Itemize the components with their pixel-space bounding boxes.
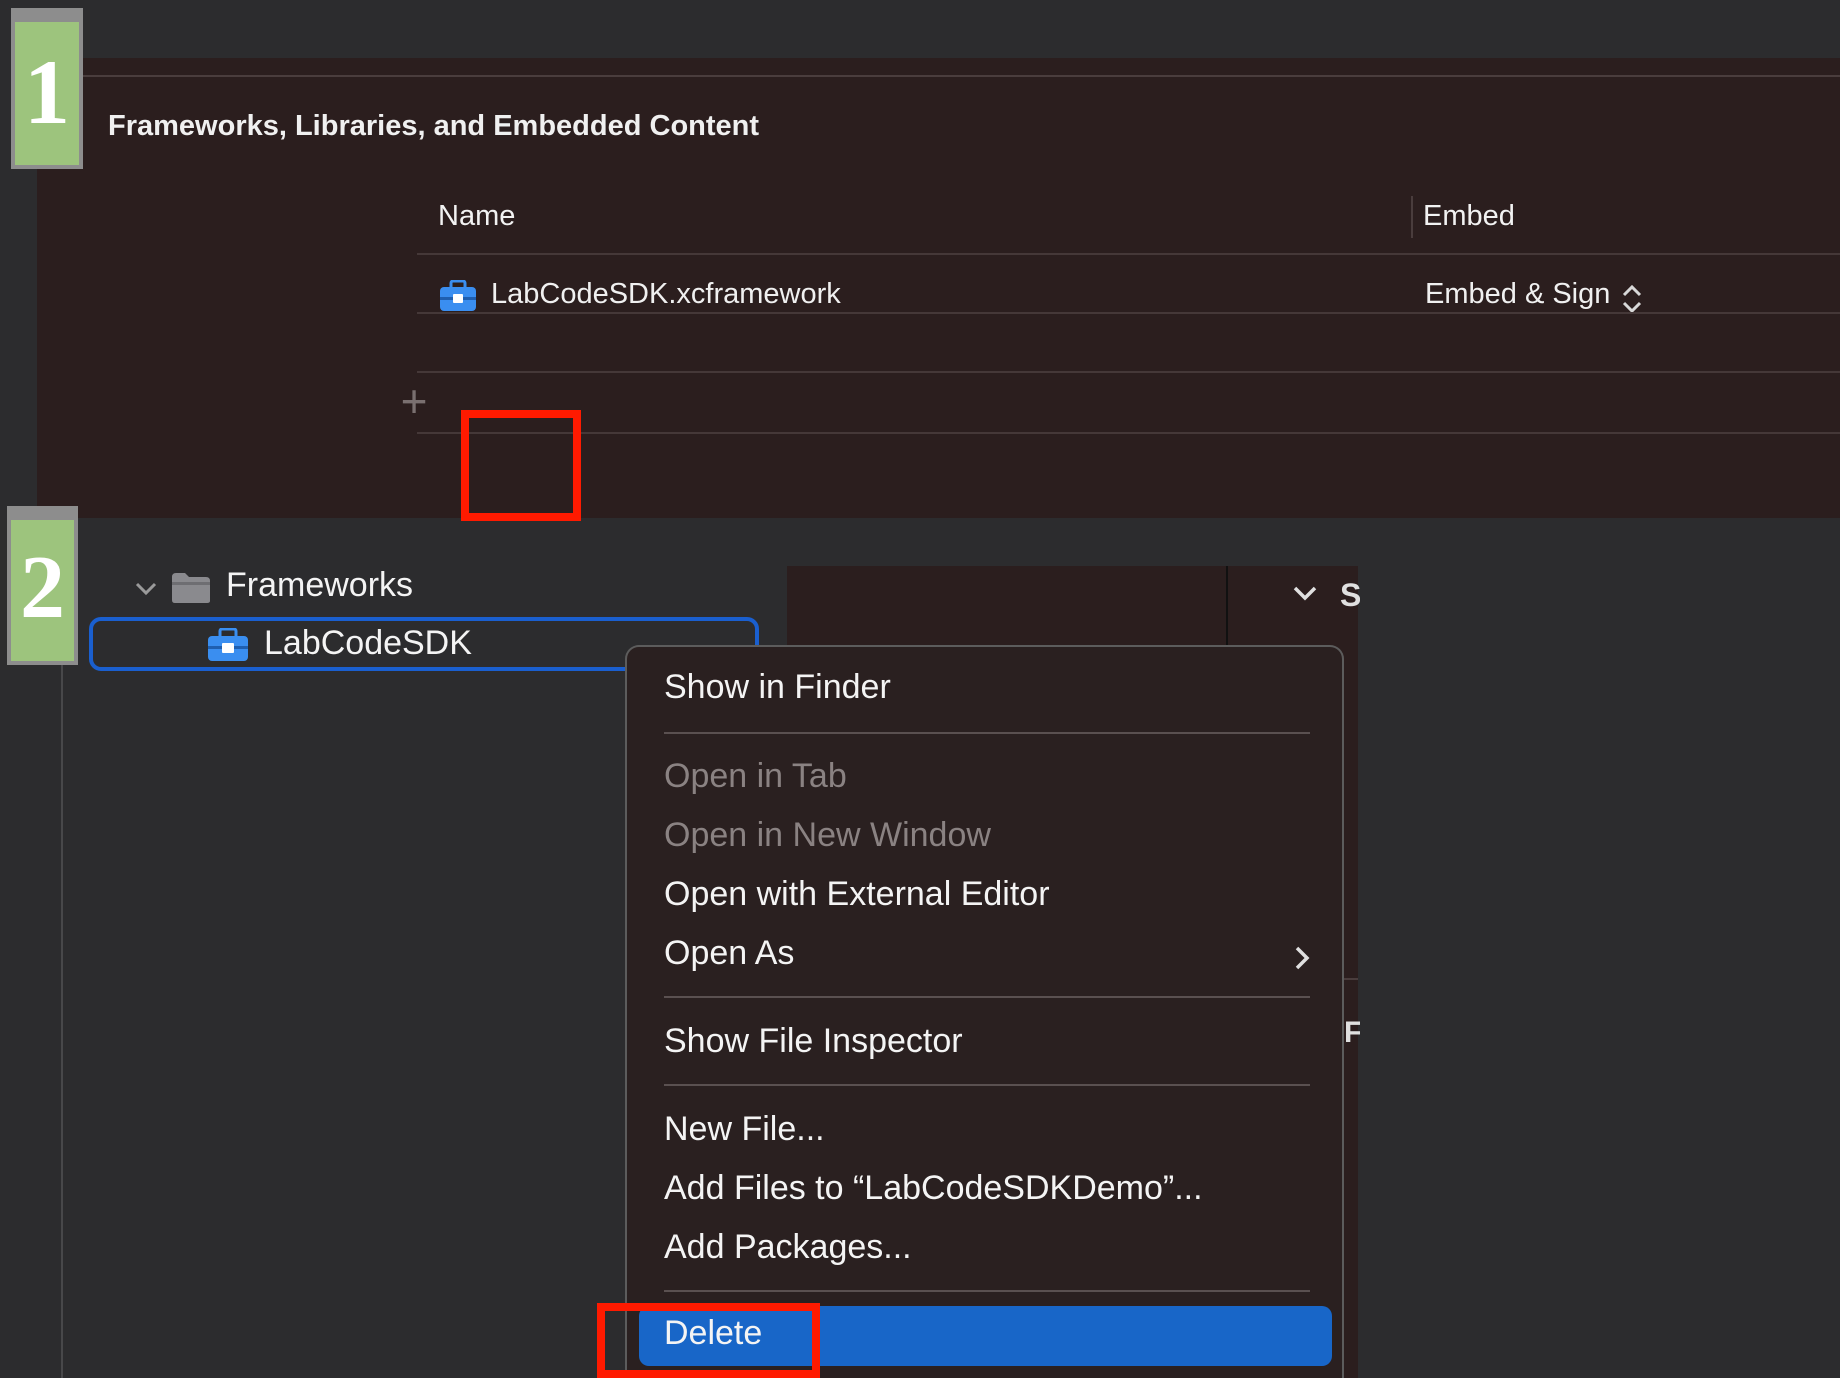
group-label: Frameworks xyxy=(226,566,414,604)
framework-name: LabCodeSDK.xcframework xyxy=(491,278,841,310)
disclosure-chevron-icon[interactable] xyxy=(134,580,158,598)
row-divider xyxy=(417,312,1840,314)
menu-item-show-in-finder[interactable]: Show in Finder xyxy=(664,668,891,707)
editor-heading-fragment: S xyxy=(1340,577,1360,613)
chevron-down-icon[interactable] xyxy=(1292,583,1318,603)
editor-divider xyxy=(1226,566,1228,646)
column-header-name[interactable]: Name xyxy=(438,200,515,233)
embed-popup[interactable]: Embed & Sign xyxy=(1425,278,1643,315)
navigator-edge xyxy=(61,555,63,1378)
section-title: Frameworks, Libraries, and Embedded Cont… xyxy=(108,110,760,142)
editor-line-fragment xyxy=(1344,978,1358,980)
add-framework-button[interactable]: + xyxy=(396,378,432,424)
updown-chevron-icon xyxy=(1622,284,1641,313)
menu-item-add-files[interactable]: Add Files to “LabCodeSDKDemo”... xyxy=(664,1169,1203,1208)
toolbox-icon xyxy=(440,280,476,311)
folder-icon xyxy=(172,573,210,603)
navigator-item-label: LabCodeSDK xyxy=(264,624,472,662)
menu-separator xyxy=(664,996,1310,998)
context-menu: Show in Finder Open in Tab Open in New W… xyxy=(625,645,1344,1378)
menu-item-open-as[interactable]: Open As xyxy=(664,934,794,973)
menu-item-show-file-inspector[interactable]: Show File Inspector xyxy=(664,1022,963,1061)
row-divider xyxy=(417,371,1840,373)
column-separator xyxy=(1411,196,1413,238)
column-header-embed[interactable]: Embed xyxy=(1423,200,1515,233)
panel-divider xyxy=(37,75,1840,77)
row-divider xyxy=(417,432,1840,434)
menu-item-open-in-tab: Open in Tab xyxy=(664,757,847,795)
editor-label-fragment: F xyxy=(1344,1016,1360,1049)
chevron-right-icon xyxy=(1295,946,1310,970)
header-divider xyxy=(417,253,1840,255)
menu-item-new-file[interactable]: New File... xyxy=(664,1110,825,1149)
menu-item-add-packages[interactable]: Add Packages... xyxy=(664,1228,912,1267)
menu-separator xyxy=(664,1290,1310,1292)
frameworks-panel: Frameworks, Libraries, and Embedded Cont… xyxy=(37,58,1840,518)
toolbox-icon xyxy=(208,628,248,661)
menu-item-open-in-new-window: Open in New Window xyxy=(664,816,991,854)
annotation-highlight-delete xyxy=(597,1303,820,1378)
annotation-highlight-remove xyxy=(461,410,581,521)
menu-separator xyxy=(664,1084,1310,1086)
step-badge-1: 1 xyxy=(11,8,83,169)
step-badge-2: 2 xyxy=(7,506,78,665)
menu-separator xyxy=(664,732,1310,734)
navigator-group-frameworks[interactable]: Frameworks xyxy=(130,566,650,614)
embed-value: Embed & Sign xyxy=(1425,278,1611,310)
menu-item-open-external-editor[interactable]: Open with External Editor xyxy=(664,875,1050,914)
